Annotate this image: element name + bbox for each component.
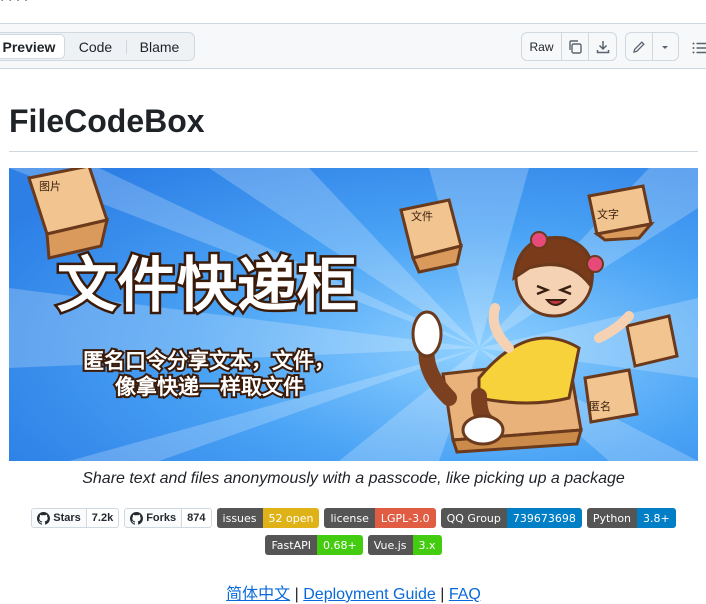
link-deployment-guide[interactable]: Deployment Guide	[303, 586, 436, 603]
raw-copy-download-group: Raw	[521, 32, 617, 61]
svg-text:文件: 文件	[411, 209, 433, 223]
banner-subline-2: 像拿快递一样取文件	[115, 375, 304, 399]
banner-subline-1: 匿名口令分享文本，文件，	[83, 349, 335, 373]
banner-headline: 文件快递柜	[57, 251, 357, 321]
tab-blame[interactable]: Blame	[127, 34, 192, 59]
tab-preview[interactable]: Preview	[0, 34, 65, 59]
list-icon[interactable]	[691, 40, 706, 56]
view-mode-segmented-control: Preview Code Blame	[0, 32, 195, 61]
qq-group-badge[interactable]: QQ Group 739673698	[440, 508, 582, 528]
issues-badge[interactable]: issues 52 open	[216, 508, 320, 528]
badges-row-2: FastAPI 0.68+ Vue.js 3.x	[9, 535, 698, 555]
title-divider	[9, 151, 698, 152]
box-small	[625, 314, 679, 368]
github-stars-badge[interactable]: Stars 7.2k	[31, 508, 120, 528]
readme-caption: Share text and files anonymously with a …	[82, 470, 625, 487]
link-simplified-chinese[interactable]: 简体中文	[226, 586, 290, 603]
readme-links: 简体中文 | Deployment Guide | FAQ	[9, 580, 698, 604]
fastapi-badge[interactable]: FastAPI 0.68+	[265, 535, 363, 555]
box-anonymous: 匿名	[583, 368, 639, 424]
github-forks-badge[interactable]: Forks 874	[124, 508, 212, 528]
edit-group	[625, 32, 679, 61]
readme-title: FileCodeBox	[9, 103, 205, 139]
badges-row-1: Stars 7.2k Forks 874 issues 52 open lice…	[9, 508, 698, 528]
github-icon	[37, 511, 51, 525]
download-icon[interactable]	[589, 33, 616, 60]
copy-icon[interactable]	[562, 33, 589, 60]
tab-code[interactable]: Code	[65, 34, 126, 59]
file-toolbar: Preview Code Blame Raw	[0, 24, 706, 69]
license-badge[interactable]: license LGPL-3.0	[324, 508, 436, 528]
chevron-down-icon[interactable]	[653, 33, 679, 60]
python-badge[interactable]: Python 3.8+	[586, 508, 676, 528]
top-strip: · · · ·	[0, 0, 706, 24]
banner-image: 图片 文件 文字 匿名 文件快递柜 匿名口令分享文本，文件， 像拿快递一样取文件	[9, 168, 698, 461]
svg-text:图片: 图片	[39, 180, 61, 193]
box-text: 文字	[587, 184, 655, 242]
raw-button[interactable]: Raw	[522, 33, 562, 60]
link-faq[interactable]: FAQ	[449, 586, 481, 603]
github-icon	[130, 511, 144, 525]
svg-text:文字: 文字	[597, 207, 619, 221]
link-separator: |	[294, 586, 299, 603]
svg-text:匿名: 匿名	[589, 399, 611, 413]
link-separator: |	[440, 586, 445, 603]
pencil-icon[interactable]	[626, 33, 653, 60]
breadcrumb: · · · ·	[0, 0, 28, 7]
vuejs-badge[interactable]: Vue.js 3.x	[367, 535, 442, 555]
